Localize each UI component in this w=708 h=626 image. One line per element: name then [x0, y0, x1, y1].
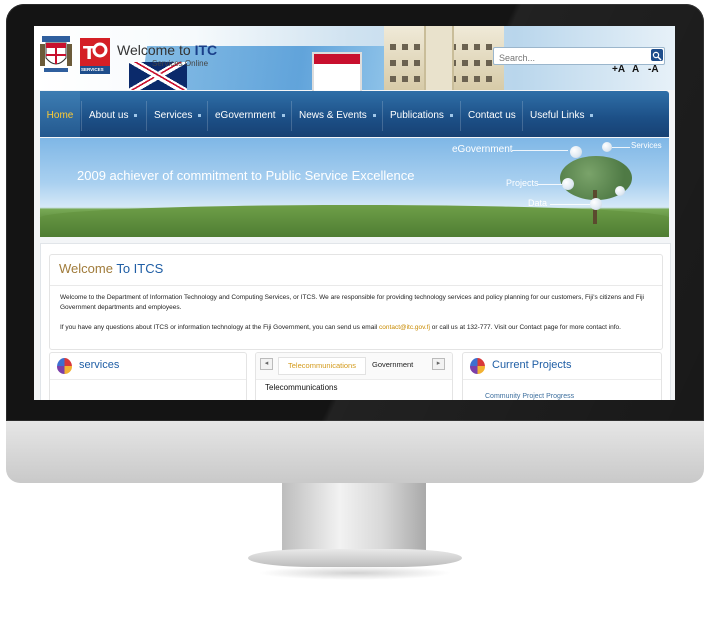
- banner-label-services: Services: [631, 141, 662, 150]
- fiji-coat-of-arms-logo[interactable]: [40, 34, 72, 74]
- tab-prev-button[interactable]: ◂: [260, 358, 273, 370]
- clock-tower: [424, 26, 454, 90]
- nav-egovernment-label: eGovernment: [215, 110, 276, 121]
- welcome-paragraph-1: Welcome to the Department of Information…: [60, 294, 644, 311]
- connector-line: [612, 147, 630, 148]
- nav-contact-us[interactable]: Contact us: [468, 91, 516, 137]
- nav-news-events-label: News & Events: [299, 110, 367, 121]
- nav-egovernment[interactable]: eGovernment: [215, 91, 285, 137]
- lightbulb-icon: [602, 142, 612, 152]
- lightbulb-icon: [570, 146, 582, 158]
- services-ball-icon: [57, 358, 72, 374]
- divider: [50, 285, 662, 286]
- current-projects-panel: Current Projects Community Project Progr…: [462, 352, 662, 400]
- panel-header: ◂ Telecommunications Government ▸: [256, 353, 452, 380]
- site-subtitle: Services Online: [152, 59, 209, 68]
- site-title-prefix: Welcome to: [117, 42, 191, 58]
- reset-font-button[interactable]: A: [632, 64, 639, 75]
- nav-about-us[interactable]: About us: [89, 91, 138, 137]
- dropdown-indicator-icon: [281, 113, 285, 117]
- nav-divider: [522, 101, 523, 131]
- project-list-item[interactable]: Community Project Progress: [485, 393, 574, 400]
- nav-about-us-label: About us: [89, 110, 129, 121]
- search-button[interactable]: [651, 49, 663, 61]
- search-box: [493, 47, 665, 65]
- dropdown-indicator-icon: [198, 113, 202, 117]
- lightbulb-icon: [615, 186, 625, 196]
- tabs-panel: ◂ Telecommunications Government ▸ Teleco…: [255, 352, 453, 400]
- nav-contact-us-label: Contact us: [468, 110, 516, 121]
- nav-services[interactable]: Services: [154, 91, 202, 137]
- monitor-chin: [6, 421, 704, 483]
- itc-logo-caption: SERVICES: [81, 67, 104, 72]
- welcome-heading-prefix: Welcome: [59, 261, 113, 276]
- dropdown-indicator-icon: [372, 113, 376, 117]
- banner-label-data: Data: [528, 198, 548, 208]
- connector-line: [538, 184, 562, 185]
- nav-home[interactable]: Home: [40, 91, 80, 137]
- contact-email-link[interactable]: contact@itc.gov.fj: [379, 324, 430, 331]
- search-icon: [652, 51, 662, 61]
- dropdown-indicator-icon: [449, 113, 453, 117]
- paragraph-text: or call us at 132-777. Visit our Contact…: [429, 324, 621, 331]
- nav-divider: [291, 101, 292, 131]
- nav-useful-links-label: Useful Links: [530, 110, 585, 121]
- main-navigation: Home About us Services eGovernment News …: [40, 91, 669, 137]
- paragraph-text: If you have any questions about ITCS or …: [60, 324, 380, 331]
- nav-useful-links[interactable]: Useful Links: [530, 91, 594, 137]
- hero-banner: 2009 achiever of commitment to Public Se…: [40, 138, 669, 237]
- projects-ball-icon: [470, 358, 485, 374]
- dropdown-indicator-icon: [134, 113, 138, 117]
- banner-label-egovernment: eGovernment: [452, 144, 513, 155]
- main-content: Welcome To ITCS Welcome to the Departmen…: [40, 243, 671, 400]
- nav-news-events[interactable]: News & Events: [299, 91, 376, 137]
- stand-shadow: [258, 566, 452, 580]
- lightbulb-icon: [590, 198, 602, 210]
- monitor-stand-neck: [282, 483, 426, 551]
- nav-divider: [460, 101, 461, 131]
- nav-home-label: Home: [46, 110, 74, 121]
- search-input[interactable]: [494, 51, 647, 65]
- tab-telecommunications[interactable]: Telecommunications: [278, 357, 366, 375]
- increase-font-button[interactable]: +A: [612, 64, 625, 75]
- welcome-heading-rest: To ITCS: [116, 261, 164, 276]
- site-header: T SERVICES Welcome to ITC Services Onlin…: [34, 26, 675, 94]
- tab-content-heading: Telecommunications: [265, 383, 338, 392]
- nav-services-label: Services: [154, 110, 193, 121]
- banner-label-projects: Projects: [506, 178, 539, 188]
- site-title-brand: ITC: [194, 42, 218, 58]
- green-hill-graphic: [40, 205, 669, 237]
- services-panel: services: [49, 352, 247, 400]
- nav-divider: [81, 101, 82, 131]
- tab-next-button[interactable]: ▸: [432, 358, 445, 370]
- dropdown-indicator-icon: [590, 113, 594, 117]
- connector-line: [512, 150, 568, 151]
- nav-divider: [146, 101, 147, 131]
- tab-government[interactable]: Government: [372, 357, 413, 373]
- welcome-box: Welcome To ITCS Welcome to the Departmen…: [49, 254, 663, 350]
- current-projects-title: Current Projects: [492, 359, 572, 371]
- decrease-font-button[interactable]: -A: [648, 64, 659, 75]
- nav-publications-label: Publications: [390, 110, 444, 121]
- welcome-paragraph-2: If you have any questions about ITCS or …: [60, 323, 650, 333]
- website-screen: T SERVICES Welcome to ITC Services Onlin…: [34, 26, 675, 400]
- banner-slogan: 2009 achiever of commitment to Public Se…: [77, 168, 415, 183]
- lightbulb-icon: [562, 178, 574, 190]
- nav-publications[interactable]: Publications: [390, 91, 453, 137]
- welcome-heading: Welcome To ITCS: [59, 261, 163, 276]
- panel-header: Current Projects: [463, 353, 661, 380]
- nav-divider: [207, 101, 208, 131]
- panel-header: services: [50, 353, 246, 380]
- site-title: Welcome to ITC: [117, 42, 217, 58]
- monitor-stand-base: [248, 549, 462, 567]
- connector-line: [550, 204, 592, 205]
- nav-divider: [382, 101, 383, 131]
- services-panel-title: services: [79, 359, 120, 371]
- fiji-shield-graphic: [312, 52, 362, 94]
